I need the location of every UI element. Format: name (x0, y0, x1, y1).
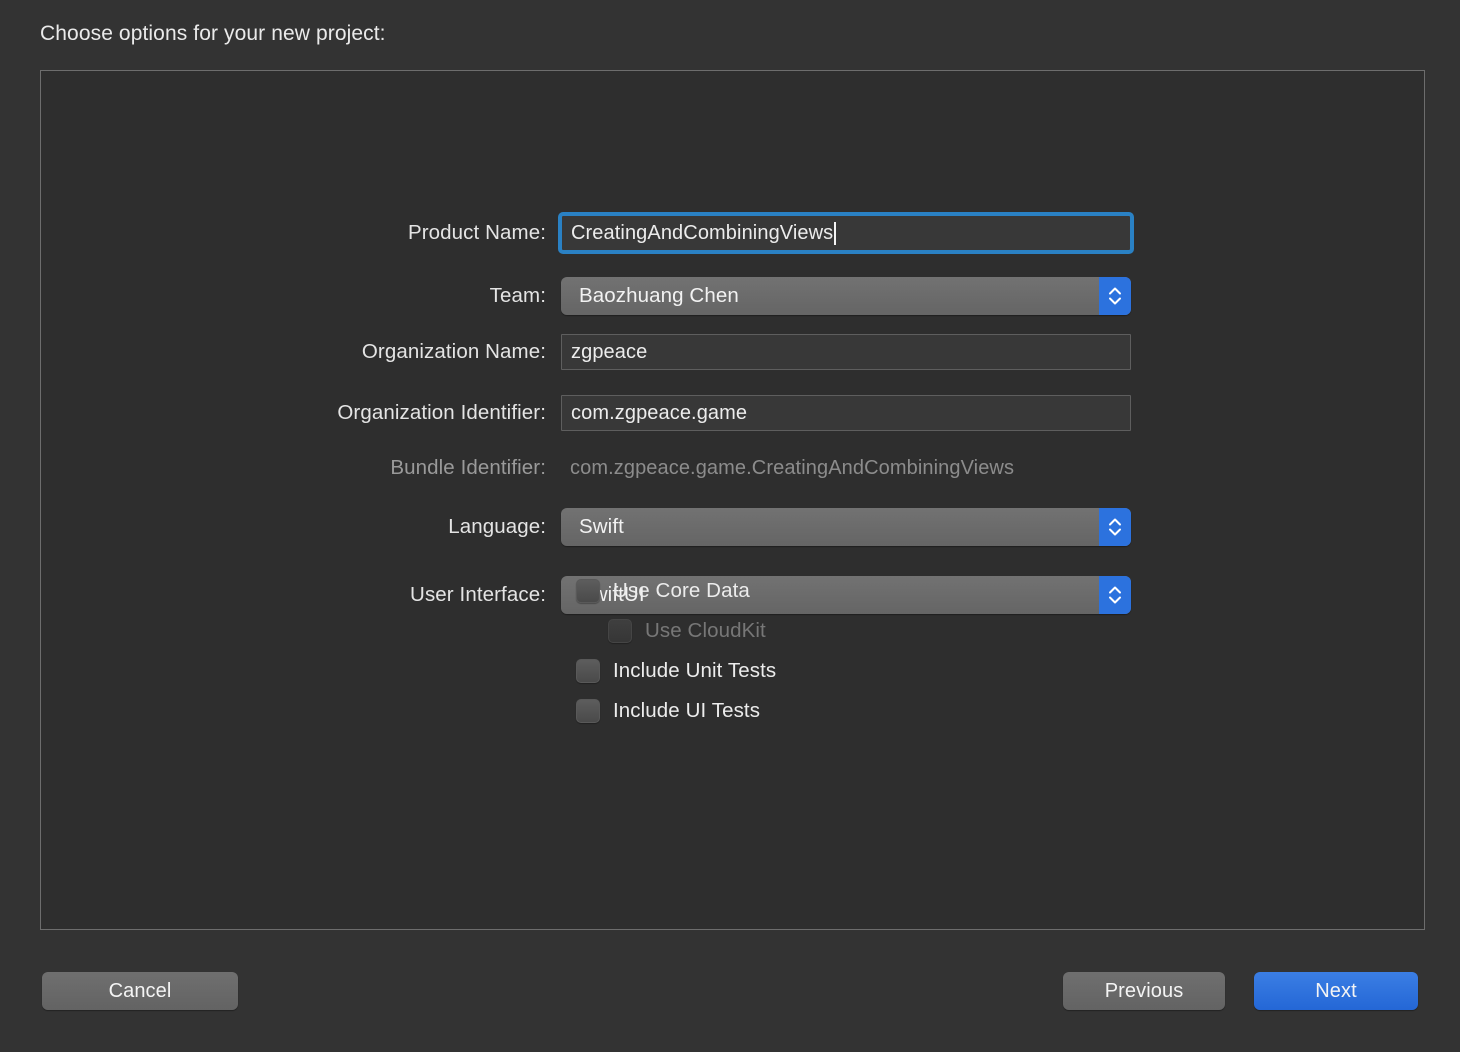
language-selected-value: Swift (579, 515, 624, 538)
label-organization-name: Organization Name: (361, 340, 546, 363)
text-caret (834, 221, 837, 245)
checkbox-use-cloudkit (608, 619, 632, 643)
options-panel (40, 70, 1425, 930)
options-checkbox-group: Use Core Data Use CloudKit Include Unit Te… (576, 571, 776, 731)
product-name-input[interactable]: CreatingAndCombiningViews (558, 212, 1134, 254)
organization-identifier-input[interactable]: com.zgpeace.game (561, 395, 1131, 431)
label-product-name: Product Name: (407, 221, 546, 244)
label-team: Team: (489, 284, 546, 307)
checkbox-label-use-cloudkit: Use CloudKit (645, 619, 766, 642)
field-area-bundle-identifier: com.zgpeace.game.CreatingAndCombiningVie… (561, 450, 1137, 486)
checkbox-include-unit-tests[interactable] (576, 659, 600, 683)
label-bundle-identifier: Bundle Identifier: (390, 456, 546, 479)
field-area-language: Swift (561, 508, 1137, 546)
chevron-up-down-icon[interactable] (1099, 277, 1131, 315)
field-area-organization-identifier: com.zgpeace.game (561, 395, 1137, 431)
checkbox-row-include-unit-tests[interactable]: Include Unit Tests (576, 651, 776, 691)
field-area-team: Baozhuang Chen (561, 277, 1137, 315)
form-row-organization-identifier: Organization Identifier: com.zgpeace.game (0, 395, 1460, 431)
form-row-bundle-identifier: Bundle Identifier: com.zgpeace.game.Creat… (0, 450, 1460, 486)
next-button[interactable]: Next (1254, 972, 1418, 1010)
checkbox-use-core-data[interactable] (576, 579, 600, 603)
team-select[interactable]: Baozhuang Chen (561, 277, 1131, 315)
label-user-interface: User Interface: (410, 583, 546, 606)
field-area-product-name: CreatingAndCombiningViews (558, 212, 1137, 254)
form-row-language: Language: Swift (0, 508, 1460, 546)
language-select[interactable]: Swift (561, 508, 1131, 546)
team-selected-value: Baozhuang Chen (579, 284, 739, 307)
bundle-identifier-value: com.zgpeace.game.CreatingAndCombiningVie… (570, 456, 1015, 479)
organization-identifier-value: com.zgpeace.game (571, 401, 748, 424)
checkbox-label-include-ui-tests: Include UI Tests (613, 699, 761, 722)
product-name-value: CreatingAndCombiningViews (571, 221, 834, 244)
checkbox-label-use-core-data: Use Core Data (613, 579, 750, 602)
form-row-product-name: Product Name: CreatingAndCombiningViews (0, 212, 1460, 254)
field-area-organization-name: zgpeace (561, 334, 1137, 370)
label-organization-identifier: Organization Identifier: (337, 401, 546, 424)
checkbox-include-ui-tests[interactable] (576, 699, 600, 723)
checkbox-label-include-unit-tests: Include Unit Tests (613, 659, 777, 682)
form-row-organization-name: Organization Name: zgpeace (0, 334, 1460, 370)
label-language: Language: (448, 515, 546, 538)
chevron-up-down-icon[interactable] (1099, 508, 1131, 546)
checkbox-row-use-core-data[interactable]: Use Core Data (576, 571, 776, 611)
chevron-up-down-icon[interactable] (1099, 576, 1131, 614)
previous-button[interactable]: Previous (1063, 972, 1225, 1010)
checkbox-row-use-cloudkit: Use CloudKit (576, 611, 776, 651)
page-title: Choose options for your new project: (40, 22, 386, 45)
organization-name-input[interactable]: zgpeace (561, 334, 1131, 370)
form-row-team: Team: Baozhuang Chen (0, 277, 1460, 315)
checkbox-row-include-ui-tests[interactable]: Include UI Tests (576, 691, 776, 731)
cancel-button[interactable]: Cancel (42, 972, 238, 1010)
organization-name-value: zgpeace (571, 340, 648, 363)
